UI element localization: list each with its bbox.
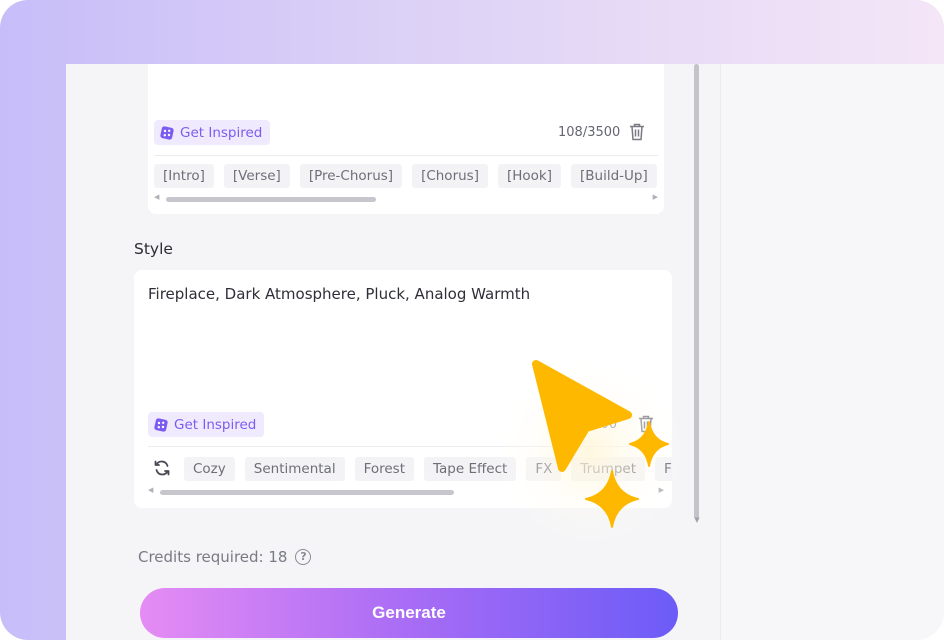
scroll-left-icon: ◀ xyxy=(154,193,160,201)
style-tag[interactable]: Sentimental xyxy=(244,457,345,481)
lyrics-tag[interactable]: [Intro] xyxy=(154,164,214,188)
lyrics-tag[interactable]: [Pre-Chorus] xyxy=(299,164,403,188)
refresh-icon[interactable] xyxy=(153,459,171,477)
style-tag[interactable]: Forest xyxy=(354,457,415,481)
generate-button[interactable]: Generate xyxy=(140,588,678,638)
lyrics-trash-icon[interactable] xyxy=(629,123,645,141)
style-tag[interactable]: F xyxy=(655,457,672,481)
style-trash-icon[interactable] xyxy=(638,415,654,433)
lyrics-tag-scrollbar[interactable]: ◀ ▶ xyxy=(154,193,658,202)
style-card[interactable]: Fireplace, Dark Atmosphere, Pluck, Analo… xyxy=(134,270,672,508)
credits-required: Credits required: 18 ? xyxy=(138,548,312,566)
vertical-scroll-thumb[interactable] xyxy=(694,64,699,519)
right-pane xyxy=(720,64,944,640)
lyrics-get-inspired-label: Get Inspired xyxy=(180,124,263,141)
lyrics-tag[interactable]: [Verse] xyxy=(223,164,290,188)
vertical-scrollbar[interactable]: ▼ xyxy=(693,64,701,524)
scroll-right-icon: ▶ xyxy=(658,486,664,494)
style-textarea-value[interactable]: Fireplace, Dark Atmosphere, Pluck, Analo… xyxy=(148,285,530,303)
dice-icon xyxy=(160,125,174,140)
style-tag[interactable]: Trumpet xyxy=(571,457,646,481)
style-tag[interactable]: Cozy xyxy=(184,457,235,481)
style-char-counter: 3500 xyxy=(584,417,618,432)
style-section-label: Style xyxy=(134,240,173,258)
style-tag-row: Cozy Sentimental Forest Tape Effect FX T… xyxy=(184,457,672,481)
style-divider xyxy=(148,446,658,447)
background-frame: Get Inspired 108/3500 [Intro] [Verse] [P… xyxy=(0,0,944,640)
style-tag-scrollbar[interactable]: ◀ ▶ xyxy=(148,486,664,495)
scroll-down-icon: ▼ xyxy=(694,516,700,524)
dice-icon xyxy=(154,417,168,432)
lyrics-scroll-thumb[interactable] xyxy=(166,197,376,202)
lyrics-tag[interactable]: [Hook] xyxy=(497,164,562,188)
credits-label: Credits required: 18 xyxy=(138,548,288,566)
style-get-inspired-button[interactable]: Get Inspired xyxy=(148,412,265,437)
lyrics-divider xyxy=(154,155,658,156)
style-tag[interactable]: FX xyxy=(526,457,562,481)
app-window: Get Inspired 108/3500 [Intro] [Verse] [P… xyxy=(66,64,944,640)
scroll-left-icon: ◀ xyxy=(148,486,154,494)
lyrics-get-inspired-button[interactable]: Get Inspired xyxy=(154,120,271,145)
lyrics-tag[interactable]: [Build-Up] xyxy=(571,164,657,188)
style-get-inspired-label: Get Inspired xyxy=(174,416,257,433)
lyrics-card: Get Inspired 108/3500 [Intro] [Verse] [P… xyxy=(148,64,664,214)
lyrics-tag-row: [Intro] [Verse] [Pre-Chorus] [Chorus] [H… xyxy=(154,164,664,188)
lyrics-tag[interactable]: [Chorus] xyxy=(412,164,488,188)
scroll-right-icon: ▶ xyxy=(652,193,658,201)
style-scroll-thumb[interactable] xyxy=(160,490,454,495)
style-tag[interactable]: Tape Effect xyxy=(424,457,517,481)
help-icon[interactable]: ? xyxy=(295,549,312,565)
lyrics-char-counter: 108/3500 xyxy=(558,125,621,140)
